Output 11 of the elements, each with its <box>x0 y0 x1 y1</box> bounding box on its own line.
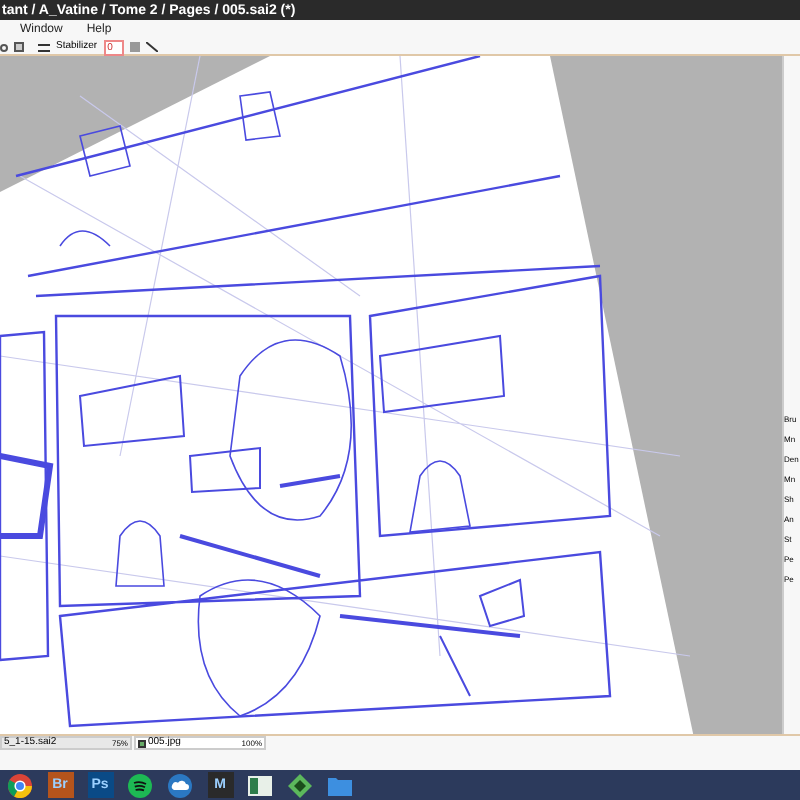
window-icon[interactable] <box>248 775 272 795</box>
music-icon[interactable] <box>128 773 152 797</box>
image-icon <box>138 739 146 747</box>
dropdown-button[interactable] <box>129 42 140 52</box>
pen-icon[interactable] <box>145 42 158 52</box>
record-icon[interactable] <box>0 43 8 51</box>
square-icon[interactable] <box>14 42 24 52</box>
browser-icon[interactable] <box>8 773 32 797</box>
cloud-icon[interactable] <box>168 773 192 797</box>
folder-icon[interactable] <box>328 775 352 795</box>
diamond-icon[interactable] <box>288 773 312 797</box>
